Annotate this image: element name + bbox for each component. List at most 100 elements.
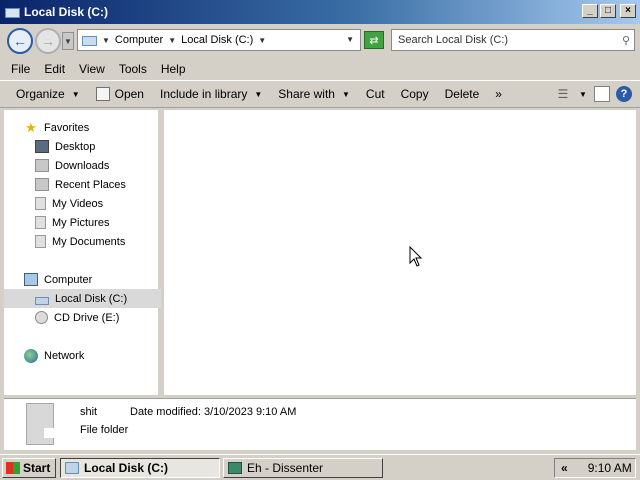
task-label: Eh - Dissenter	[247, 461, 324, 475]
copy-button[interactable]: Copy	[395, 83, 435, 105]
nav-item-recent-places[interactable]: Recent Places	[4, 175, 161, 194]
nav-item-local-disk[interactable]: Local Disk (C:)	[4, 289, 161, 308]
cut-button[interactable]: Cut	[360, 83, 391, 105]
nav-item-desktop[interactable]: Desktop	[4, 137, 161, 156]
nav-label: CD Drive (E:)	[54, 311, 120, 324]
open-label: Open	[114, 87, 144, 101]
forward-button[interactable]: →	[35, 28, 61, 54]
recent-pages-button[interactable]: ▼	[62, 32, 74, 50]
nav-label: Recent Places	[55, 178, 126, 191]
chevron-down-icon: ▼	[71, 89, 80, 99]
nav-label: Local Disk (C:)	[55, 292, 128, 305]
downloads-folder-icon	[35, 159, 49, 172]
nav-item-cd-drive[interactable]: CD Drive (E:)	[4, 308, 161, 327]
start-button[interactable]: Start	[2, 458, 56, 478]
open-button[interactable]: Open	[90, 83, 150, 105]
search-box[interactable]: ⚲	[391, 29, 635, 51]
menu-file[interactable]: File	[4, 62, 37, 76]
window-title: Local Disk (C:)	[24, 5, 109, 19]
menu-tools[interactable]: Tools	[112, 62, 154, 76]
nav-label: Downloads	[55, 159, 110, 172]
network-globe-icon	[24, 348, 38, 363]
nav-item-computer[interactable]: Computer	[4, 270, 161, 289]
nav-label: Favorites	[44, 121, 90, 134]
include-in-library-button[interactable]: Include in library ▼	[154, 83, 268, 105]
pictures-icon	[35, 216, 46, 229]
help-icon[interactable]: ?	[616, 86, 632, 102]
preview-pane-icon[interactable]	[594, 86, 610, 102]
nav-label: My Documents	[52, 235, 126, 248]
browser-icon	[228, 462, 242, 474]
file-list-area[interactable]	[164, 110, 636, 395]
nav-item-my-documents[interactable]: My Documents	[4, 232, 161, 251]
mouse-cursor-icon	[409, 246, 423, 267]
menu-view[interactable]: View	[72, 62, 112, 76]
date-modified-value: 3/10/2023 9:10 AM	[204, 406, 297, 418]
window-controls: _ □ ×	[582, 4, 636, 18]
breadcrumb-local-disk[interactable]: Local Disk (C:)	[181, 34, 253, 46]
menu-help[interactable]: Help	[154, 62, 193, 76]
computer-icon	[24, 273, 38, 286]
chevron-down-icon: ▼	[64, 36, 72, 46]
organize-button[interactable]: Organize ▼	[10, 83, 86, 105]
open-icon	[95, 87, 110, 101]
breadcrumb-arrow-icon[interactable]: ▼	[258, 36, 266, 45]
more-commands-button[interactable]: »	[489, 83, 508, 105]
start-label: Start	[23, 461, 51, 475]
delete-button[interactable]: Delete	[439, 83, 486, 105]
chevron-down-icon: ▼	[254, 89, 263, 99]
taskbar: Start Local Disk (C:) Eh - Dissenter « 9…	[0, 454, 640, 480]
date-modified-label: Date modified:	[130, 406, 201, 418]
title-bar[interactable]: Local Disk (C:) _ □ ×	[0, 0, 640, 24]
breadcrumb-computer[interactable]: Computer	[115, 34, 163, 46]
nav-label: Desktop	[55, 140, 96, 153]
menu-edit[interactable]: Edit	[37, 62, 72, 76]
nav-item-network[interactable]: Network	[4, 346, 161, 365]
share-with-button[interactable]: Share with ▼	[272, 83, 356, 105]
nav-item-my-videos[interactable]: My Videos	[4, 194, 161, 213]
videos-icon	[35, 197, 46, 210]
cd-drive-icon	[35, 311, 48, 324]
recent-places-icon	[35, 178, 49, 191]
show-hidden-icons-button[interactable]: «	[561, 461, 568, 475]
refresh-button[interactable]: ⇄	[364, 31, 384, 49]
navigation-pane: ★ Favorites Desktop Downloads Recent Plac…	[4, 110, 161, 395]
command-bar: Organize ▼ Open Include in library ▼ Share…	[0, 80, 640, 108]
star-icon: ★	[25, 119, 37, 135]
nav-item-favorites[interactable]: ★ Favorites	[4, 118, 161, 137]
selected-item-name: shit	[80, 406, 98, 418]
change-view-icon[interactable]: ☰	[554, 85, 572, 103]
nav-item-downloads[interactable]: Downloads	[4, 156, 161, 175]
minimize-button[interactable]: _	[582, 4, 598, 18]
system-tray: « 9:10 AM	[554, 458, 636, 478]
include-label: Include in library	[159, 87, 248, 101]
breadcrumb-arrow-icon[interactable]: ▼	[168, 36, 176, 45]
nav-item-my-pictures[interactable]: My Pictures	[4, 213, 161, 232]
folder-icon	[26, 403, 54, 445]
search-icon[interactable]: ⚲	[622, 34, 630, 47]
address-bar[interactable]: ▼ Computer ▼ Local Disk (C:) ▼ ▼	[77, 29, 361, 51]
chevron-down-icon[interactable]: ▼	[578, 85, 588, 103]
details-pane: shit Date modified: 3/10/2023 9:10 AM Fi…	[4, 398, 636, 450]
menu-bar: File Edit View Tools Help	[0, 58, 640, 80]
share-label: Share with	[278, 87, 335, 101]
clock[interactable]: 9:10 AM	[588, 461, 632, 475]
nav-label: Network	[44, 349, 85, 362]
breadcrumb-arrow-icon[interactable]: ▼	[102, 36, 110, 45]
windows-logo-icon	[6, 462, 20, 474]
close-button[interactable]: ×	[620, 4, 636, 18]
taskbar-item-dissenter[interactable]: Eh - Dissenter	[223, 458, 383, 478]
maximize-button[interactable]: □	[600, 4, 616, 18]
address-dropdown-icon[interactable]: ▼	[346, 35, 354, 44]
search-input[interactable]	[398, 34, 613, 46]
explorer-icon	[65, 462, 79, 474]
drive-icon	[4, 5, 20, 19]
back-button[interactable]: ←	[7, 28, 33, 54]
chevron-down-icon: ▼	[341, 89, 350, 99]
organize-label: Organize	[16, 87, 65, 101]
nav-label: My Videos	[52, 197, 104, 210]
drive-icon	[35, 296, 49, 305]
taskbar-item-local-disk[interactable]: Local Disk (C:)	[60, 458, 220, 478]
computer-icon	[81, 34, 97, 46]
forward-arrow-icon: →	[41, 33, 55, 49]
